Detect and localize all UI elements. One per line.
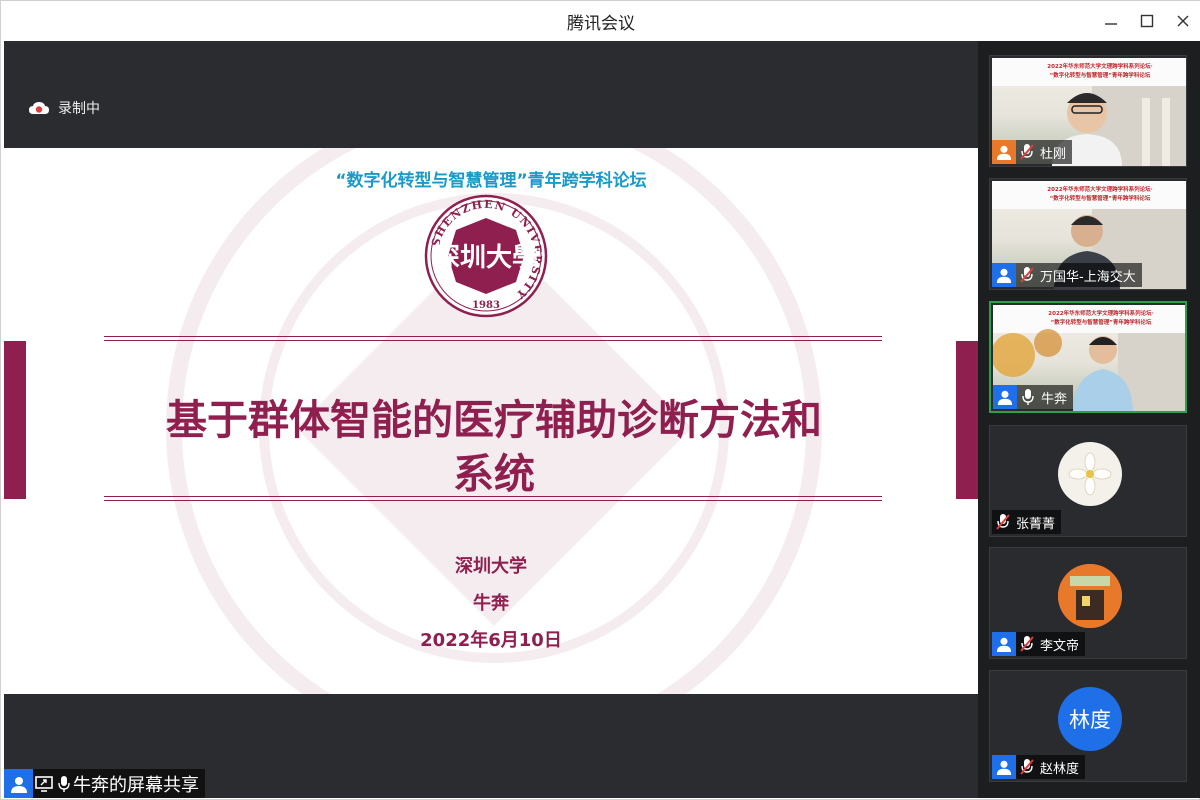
institution-label: 深圳大学 <box>455 556 527 577</box>
screen-share-status <box>33 769 55 798</box>
mic-muted-indicator <box>1016 140 1038 164</box>
participant-tile[interactable]: 2022年华东师范大学文理跨学科系列论坛· “数字化转型与智慧管理”青年跨学科论… <box>989 55 1187 167</box>
maximize-icon <box>1140 14 1154 28</box>
mic-muted-icon <box>1020 144 1034 160</box>
left-accent-bar <box>4 341 26 499</box>
user-icon <box>996 145 1012 160</box>
participant-namebar: 张菁菁 <box>992 510 1062 534</box>
participant-avatar <box>992 632 1016 656</box>
participant-tile-active[interactable]: 2022年华东师范大学文理跨学科系列论坛· “数字化转型与智慧管理”青年跨学科论… <box>989 301 1187 413</box>
flower-avatar-icon <box>1068 452 1112 496</box>
screen-share-icon <box>35 775 53 792</box>
slide-title: 基于群体智能的医疗辅助诊断方法和 系统 <box>94 393 894 501</box>
participant-initials-avatar: 林度 <box>1058 687 1122 751</box>
mic-muted-icon <box>1020 267 1034 283</box>
participant-name: 万国华-上海交大 <box>1040 269 1136 285</box>
minimize-button[interactable] <box>1093 1 1129 41</box>
date-label: 2022年6月10日 <box>420 630 562 651</box>
cloud-record-icon <box>29 102 49 114</box>
svg-text:深圳大學: 深圳大學 <box>434 243 538 273</box>
participant-tile[interactable]: 李文帝 <box>989 547 1187 659</box>
slide-title-line-1: 基于群体智能的医疗辅助诊断方法和 <box>166 396 822 444</box>
user-icon <box>996 268 1012 283</box>
svg-text:1983: 1983 <box>472 300 500 311</box>
mic-muted-indicator <box>1016 755 1038 779</box>
svg-text:“数字化转型与智慧管理”青年跨学科论坛: “数字化转型与智慧管理”青年跨学科论坛 <box>1050 71 1151 79</box>
participant-namebar: 赵林度 <box>992 755 1086 779</box>
screen-share-bar[interactable]: 牛奔的屏幕共享 <box>4 769 205 798</box>
window-controls <box>1093 1 1200 41</box>
presenter-label: 牛奔 <box>473 593 509 614</box>
participant-namebar: 万国华-上海交大 <box>992 263 1142 287</box>
slide-title-line-2: 系统 <box>453 450 535 498</box>
user-icon <box>997 390 1013 405</box>
mic-muted-indicator <box>992 510 1014 534</box>
participant-name: 牛奔 <box>1041 391 1068 407</box>
participant-name: 赵林度 <box>1040 761 1080 777</box>
svg-text:2022年华东师范大学文理跨学科系列论坛·: 2022年华东师范大学文理跨学科系列论坛· <box>1047 62 1152 70</box>
shenzhen-university-logo: SHENZHEN UNIVERSITY 深圳大學 1983 <box>424 194 548 318</box>
maximize-button[interactable] <box>1129 1 1165 41</box>
forum-title: “数字化转型与智慧管理”青年跨学科论坛 <box>335 171 647 191</box>
participant-avatar-image <box>1058 442 1122 506</box>
svg-text:“数字化转型与智慧管理”青年跨学科论坛: “数字化转型与智慧管理”青年跨学科论坛 <box>1050 194 1151 202</box>
participant-namebar: 牛奔 <box>993 385 1074 409</box>
participant-avatar-image <box>1058 564 1122 628</box>
microphone-icon <box>58 775 70 792</box>
title-bottom-rule <box>104 496 882 501</box>
shared-screen-stage: 录制中 “数字化转型与智慧管理”青年跨学科论坛 SHENZHEN UNIVERS… <box>4 41 978 798</box>
user-icon <box>10 776 27 793</box>
title-top-rule <box>104 336 882 341</box>
participant-avatar <box>992 755 1016 779</box>
title-bar: 腾讯会议 <box>1 1 1200 41</box>
participant-avatar <box>992 263 1016 287</box>
participant-namebar: 杜刚 <box>992 140 1073 164</box>
share-mic-status <box>55 769 73 798</box>
participant-tile[interactable]: 张菁菁 <box>989 425 1187 537</box>
minimize-icon <box>1105 23 1117 25</box>
mic-muted-icon <box>1020 636 1034 652</box>
participant-rail: 2022年华东师范大学文理跨学科系列论坛· “数字化转型与智慧管理”青年跨学科论… <box>978 41 1200 798</box>
participant-name: 李文帝 <box>1040 638 1080 654</box>
user-icon <box>996 637 1012 652</box>
svg-text:2022年华东师范大学文理跨学科系列论坛·: 2022年华东师范大学文理跨学科系列论坛· <box>1048 309 1153 317</box>
presentation-slide: “数字化转型与智慧管理”青年跨学科论坛 SHENZHEN UNIVERSITY … <box>4 148 978 694</box>
recording-label: 录制中 <box>58 101 100 117</box>
participant-initials: 林度 <box>1069 708 1111 732</box>
right-accent-bar <box>956 341 978 499</box>
participant-avatar <box>992 140 1016 164</box>
window-title: 腾讯会议 <box>567 13 635 34</box>
close-button[interactable] <box>1165 1 1200 41</box>
participant-name: 张菁菁 <box>1016 516 1056 532</box>
share-user-avatar <box>4 769 33 798</box>
app-window: 腾讯会议 录制中 “数字化转型与智慧管理”青年跨学科论坛 SHENZHEN UN… <box>0 0 1200 800</box>
screen-share-label: 牛奔的屏幕共享 <box>73 774 199 796</box>
user-icon <box>996 760 1012 775</box>
svg-text:2022年华东师范大学文理跨学科系列论坛·: 2022年华东师范大学文理跨学科系列论坛· <box>1047 185 1152 193</box>
participant-namebar: 李文帝 <box>992 632 1086 656</box>
participant-tile[interactable]: 林度 赵林度 <box>989 670 1187 782</box>
svg-text:“数字化转型与智慧管理”青年跨学科论坛: “数字化转型与智慧管理”青年跨学科论坛 <box>1051 318 1152 326</box>
close-icon <box>1177 15 1189 27</box>
participant-name: 杜刚 <box>1040 146 1067 162</box>
mic-on-indicator <box>1017 385 1039 409</box>
mic-muted-indicator <box>1016 263 1038 287</box>
mic-muted-icon <box>996 514 1010 530</box>
participant-tile[interactable]: 2022年华东师范大学文理跨学科系列论坛· “数字化转型与智慧管理”青年跨学科论… <box>989 178 1187 290</box>
participant-avatar <box>993 385 1017 409</box>
mic-muted-icon <box>1020 759 1034 775</box>
microphone-icon <box>1022 389 1034 405</box>
recording-indicator[interactable]: 录制中 <box>28 98 100 118</box>
photo-avatar-icon <box>1058 564 1122 628</box>
mic-muted-indicator <box>1016 632 1038 656</box>
